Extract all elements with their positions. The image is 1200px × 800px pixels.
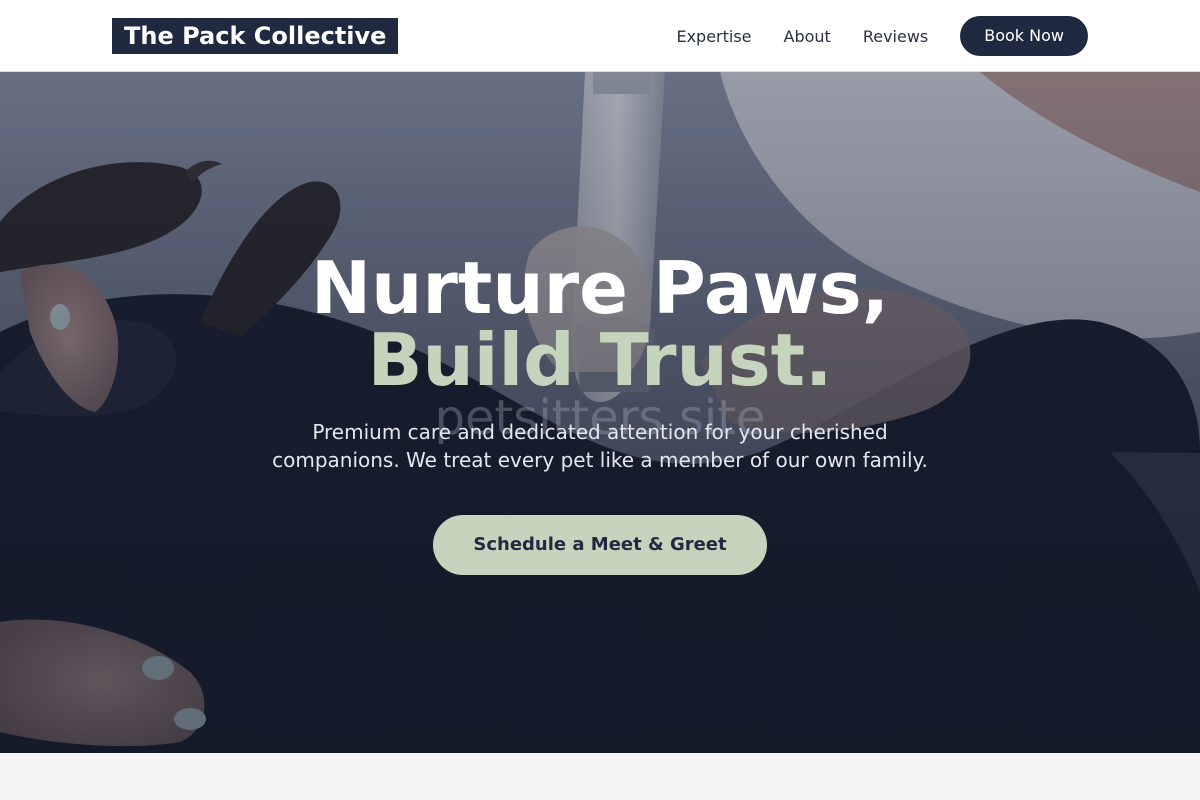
next-section [0,753,1200,800]
nav-link-expertise[interactable]: Expertise [676,27,751,46]
nav-link-reviews[interactable]: Reviews [863,27,928,46]
hero-title-line-2: Build Trust. [367,318,833,402]
hero-title-line-1: Nurture Paws, [310,246,890,330]
nav-links: Expertise About Reviews Book Now [676,0,1088,72]
hero-subtitle: Premium care and dedicated attention for… [272,420,928,472]
nav-link-about[interactable]: About [784,27,831,46]
schedule-meet-greet-button[interactable]: Schedule a Meet & Greet [433,515,767,575]
hero-content: petsitters site Nurture Paws, Build Trus… [0,72,1200,753]
navbar: The Pack Collective Expertise About Revi… [0,0,1200,72]
brand-logo[interactable]: The Pack Collective [112,18,399,54]
book-now-button[interactable]: Book Now [960,16,1088,56]
hero-section: petsitters site Nurture Paws, Build Trus… [0,72,1200,753]
